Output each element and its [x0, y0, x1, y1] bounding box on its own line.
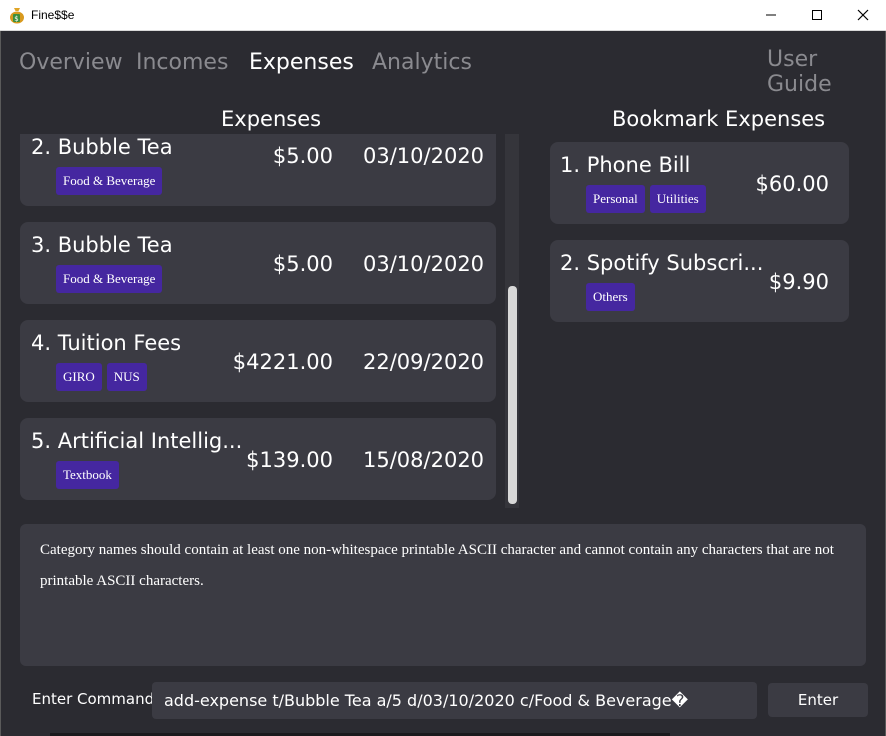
- category-tag: NUS: [106, 363, 147, 391]
- result-message: Category names should contain at least o…: [40, 542, 834, 589]
- title-bar: $ Fine$$e: [0, 0, 886, 31]
- minimize-button[interactable]: [748, 0, 794, 30]
- close-button[interactable]: [840, 0, 886, 30]
- bookmark-card[interactable]: 2. Spotify Subscri... $9.90 Others: [550, 240, 849, 322]
- money-bag-icon: $: [10, 8, 24, 24]
- user-guide-link[interactable]: User Guide: [767, 47, 886, 97]
- expense-amount: $5.00: [272, 144, 333, 168]
- bookmark-amount: $9.90: [768, 270, 829, 294]
- expense-card[interactable]: 2. Bubble Tea $5.00 03/10/2020 Food & Be…: [20, 134, 496, 206]
- expense-date: 15/08/2020: [363, 448, 485, 472]
- tab-expenses[interactable]: Expenses: [249, 50, 354, 75]
- maximize-button[interactable]: [794, 0, 840, 30]
- maximize-icon: [812, 10, 822, 20]
- close-icon: [857, 9, 869, 21]
- expense-name: 5. Artificial Intellig...: [31, 429, 243, 453]
- scrollbar-thumb[interactable]: [508, 286, 517, 504]
- expense-name: 3. Bubble Tea: [31, 233, 173, 257]
- expense-list[interactable]: 2. Bubble Tea $5.00 03/10/2020 Food & Be…: [20, 134, 500, 508]
- bookmark-panel-title: Bookmark Expenses: [612, 107, 826, 131]
- expense-card[interactable]: 5. Artificial Intellig... $139.00 15/08/…: [20, 418, 496, 500]
- tab-incomes[interactable]: Incomes: [136, 50, 228, 75]
- expense-date: 03/10/2020: [363, 144, 485, 168]
- category-tag: Utilities: [649, 185, 706, 213]
- expense-date: 03/10/2020: [363, 252, 485, 276]
- window-title: Fine$$e: [31, 8, 75, 22]
- category-tag: Others: [586, 283, 635, 311]
- enter-button[interactable]: Enter: [768, 683, 868, 717]
- expense-amount: $4221.00: [232, 350, 333, 374]
- expense-amount: $5.00: [272, 252, 333, 276]
- category-tag: Food & Beverage: [56, 167, 163, 195]
- expense-date: 22/09/2020: [363, 350, 485, 374]
- bookmark-name: 2. Spotify Subscri...: [560, 251, 764, 275]
- command-label: Enter Command:: [32, 690, 160, 708]
- command-input[interactable]: [152, 682, 757, 719]
- category-tag: GIRO: [56, 363, 102, 391]
- bookmark-card[interactable]: 1. Phone Bill $60.00 Personal Utilities: [550, 142, 849, 224]
- tab-overview[interactable]: Overview: [19, 50, 123, 75]
- tab-analytics[interactable]: Analytics: [372, 50, 472, 75]
- expense-list-scrollbar[interactable]: [505, 134, 519, 508]
- expense-card[interactable]: 3. Bubble Tea $5.00 03/10/2020 Food & Be…: [20, 222, 496, 304]
- bookmark-amount: $60.00: [755, 172, 829, 196]
- minimize-icon: [766, 14, 776, 16]
- svg-text:$: $: [14, 15, 18, 23]
- bookmark-name: 1. Phone Bill: [560, 153, 691, 177]
- expenses-panel-title: Expenses: [221, 107, 322, 131]
- expense-name: 2. Bubble Tea: [31, 135, 173, 159]
- result-display: Category names should contain at least o…: [20, 524, 866, 666]
- expense-name: 4. Tuition Fees: [31, 331, 182, 355]
- expense-card[interactable]: 4. Tuition Fees $4221.00 22/09/2020 GIRO…: [20, 320, 496, 402]
- category-tag: Textbook: [56, 461, 119, 489]
- category-tag: Food & Beverage: [56, 265, 163, 293]
- expense-amount: $139.00: [246, 448, 333, 472]
- category-tag: Personal: [586, 185, 645, 213]
